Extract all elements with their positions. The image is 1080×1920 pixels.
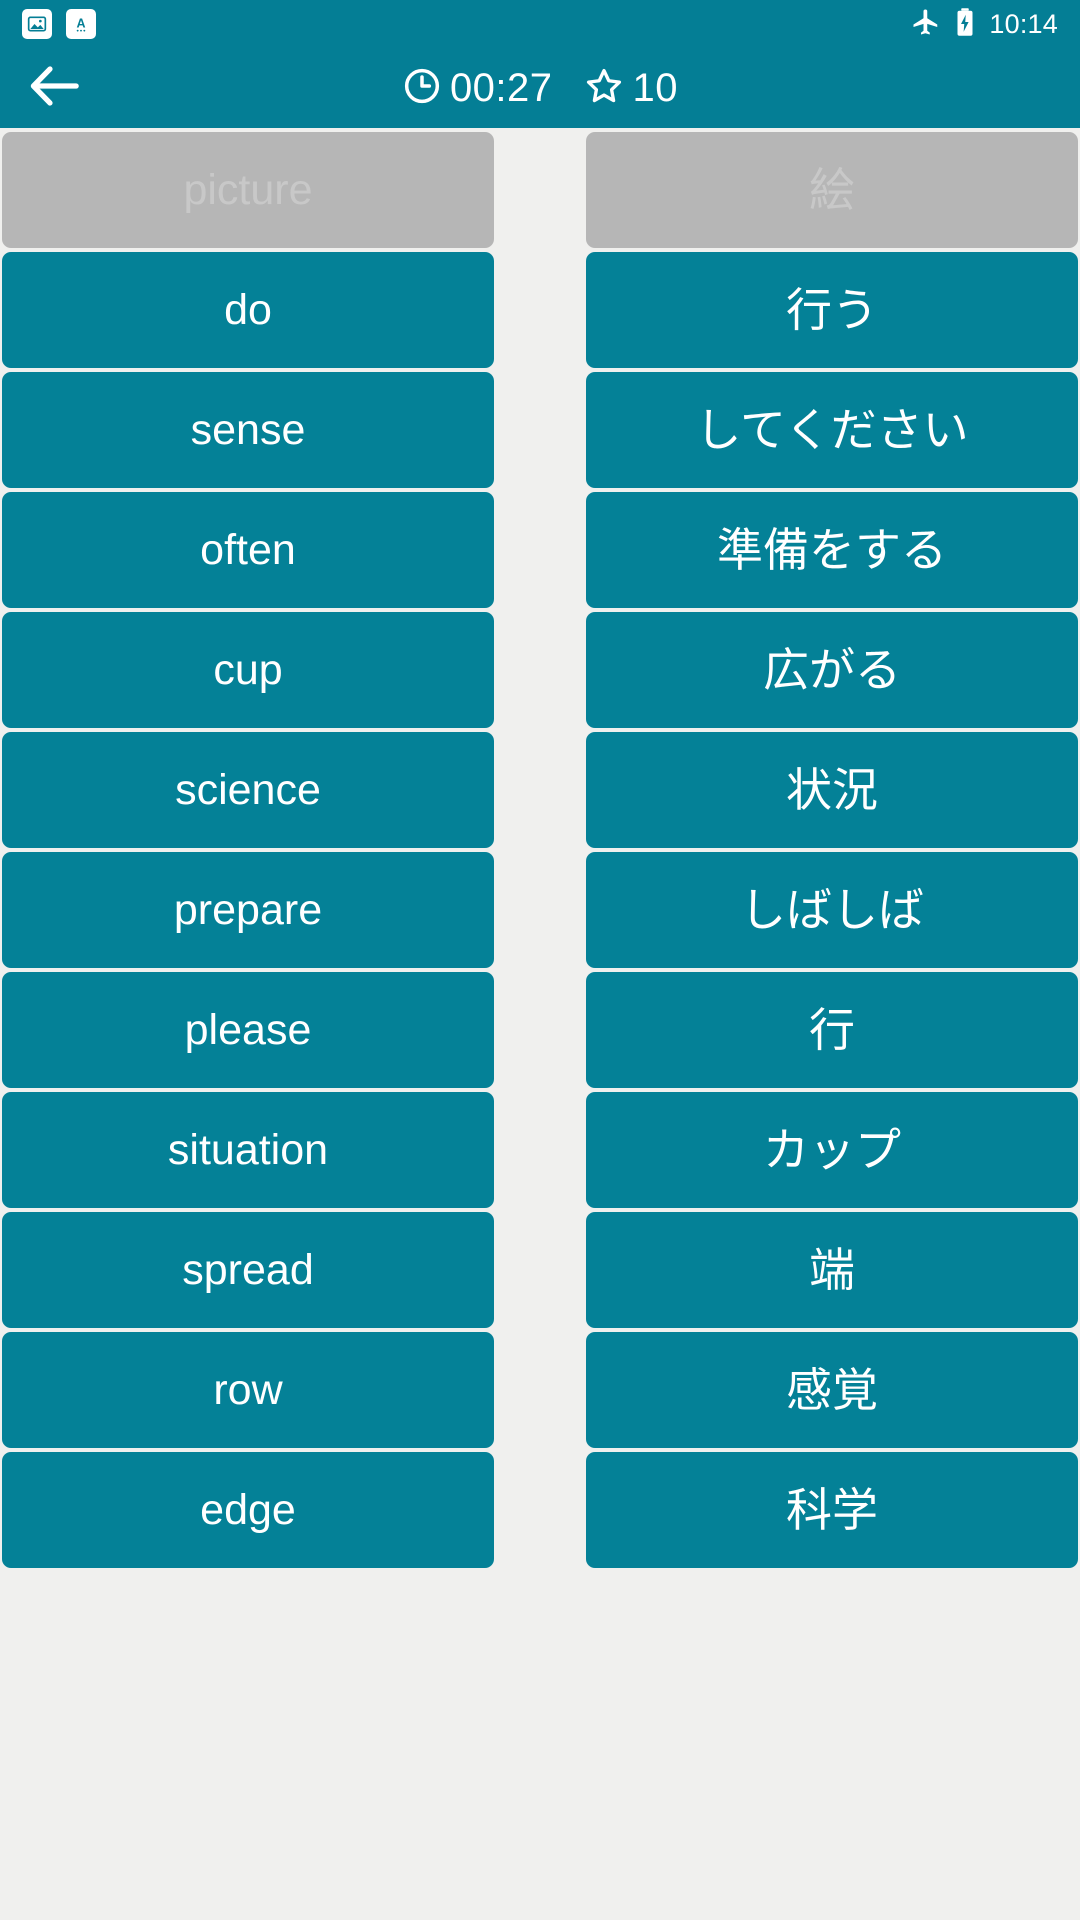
word-tile[interactable]: often — [2, 492, 494, 608]
clock-icon — [402, 66, 442, 111]
word-tile[interactable]: please — [2, 972, 494, 1088]
word-tile: picture — [2, 132, 494, 248]
word-tile[interactable]: spread — [2, 1212, 494, 1328]
word-tile[interactable]: 行う — [586, 252, 1078, 368]
back-button[interactable] — [0, 48, 110, 128]
svg-text:A: A — [76, 16, 85, 30]
matching-board: picture do sense often cup science prepare plea… — [0, 128, 1080, 1920]
word-tile[interactable]: カップ — [586, 1092, 1078, 1208]
star-icon — [583, 65, 625, 112]
status-bar-system: 10:14 — [911, 7, 1058, 42]
word-tile[interactable]: してください — [586, 372, 1078, 488]
airplane-mode-icon — [911, 7, 941, 42]
status-bar-notifications: A — [22, 9, 96, 39]
word-tile[interactable]: cup — [2, 612, 494, 728]
timer-value: 00:27 — [449, 65, 553, 110]
word-tile[interactable]: 端 — [586, 1212, 1078, 1328]
word-tile[interactable]: row — [2, 1332, 494, 1448]
timer-stat: 00:27 — [402, 66, 553, 111]
battery-charging-icon — [955, 7, 975, 42]
word-tile[interactable]: 行 — [586, 972, 1078, 1088]
word-tile[interactable]: しばしば — [586, 852, 1078, 968]
word-tile[interactable]: 状況 — [586, 732, 1078, 848]
app-bar-stats: 00:27 10 — [0, 48, 1080, 128]
word-tile[interactable]: do — [2, 252, 494, 368]
word-tile[interactable]: 科学 — [586, 1452, 1078, 1568]
status-bar: A 10:14 — [0, 0, 1080, 48]
image-notification-icon — [22, 9, 52, 39]
status-bar-clock: 10:14 — [989, 8, 1058, 39]
back-arrow-icon — [27, 64, 83, 113]
translate-notification-icon: A — [66, 9, 96, 39]
word-tile[interactable]: prepare — [2, 852, 494, 968]
score-value: 10 — [632, 65, 679, 110]
word-tile[interactable]: 広がる — [586, 612, 1078, 728]
right-column: 絵行う してください 準備をする 広がる 状況 しばしば行カップ端感覚 科学 — [540, 128, 1080, 1920]
word-tile[interactable]: edge — [2, 1452, 494, 1568]
word-tile[interactable]: 準備をする — [586, 492, 1078, 608]
word-tile[interactable]: situation — [2, 1092, 494, 1208]
score-stat: 10 — [583, 65, 679, 112]
app-bar: 00:27 10 — [0, 48, 1080, 128]
word-tile[interactable]: 感覚 — [586, 1332, 1078, 1448]
word-tile[interactable]: science — [2, 732, 494, 848]
left-column: picture do sense often cup science prepare plea… — [0, 128, 540, 1920]
word-tile: 絵 — [586, 132, 1078, 248]
word-tile[interactable]: sense — [2, 372, 494, 488]
